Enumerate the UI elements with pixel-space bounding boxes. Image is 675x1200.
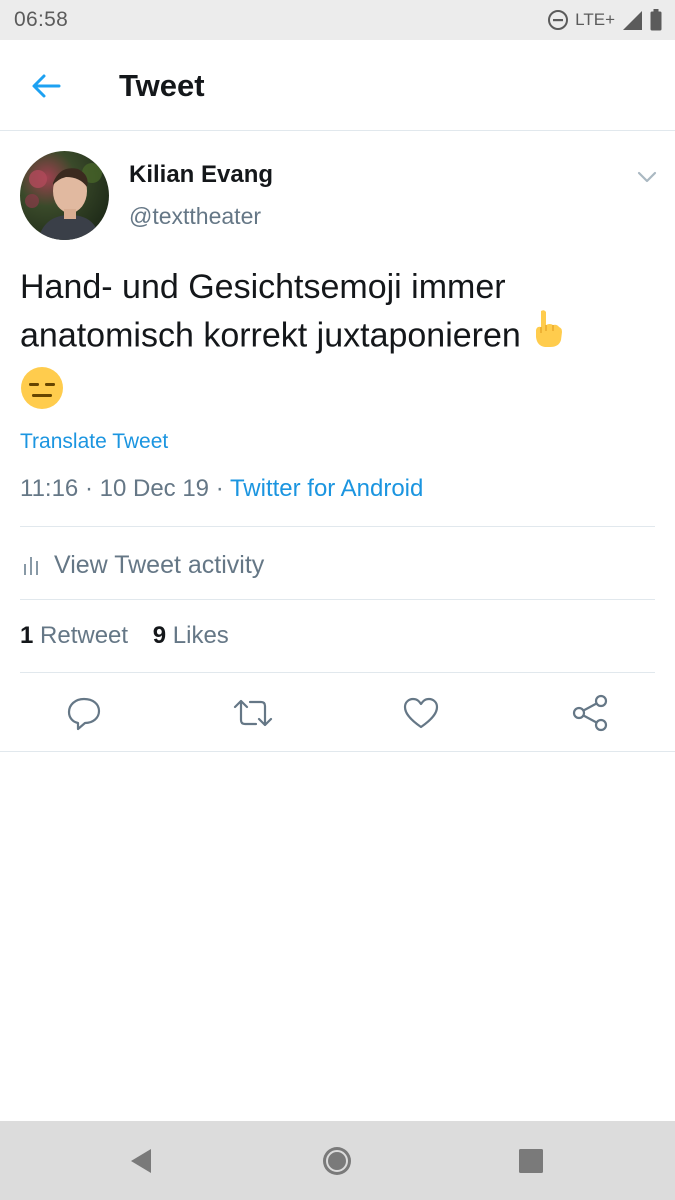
nav-home-button[interactable] (319, 1143, 355, 1179)
tweet-meta: 11:16 · 10 Dec 19 · Twitter for Android (20, 475, 423, 503)
retweet-count-link[interactable]: 1 Retweet (20, 622, 128, 649)
tweet-time: 11:16 (20, 475, 79, 502)
tweet-text-line-1: Hand- und Gesichtsemoji immer (20, 268, 506, 306)
do-not-disturb-icon (548, 10, 569, 30)
like-label: Likes (172, 622, 229, 649)
back-button[interactable] (26, 66, 66, 106)
retweet-button[interactable] (230, 690, 276, 736)
nav-back-button[interactable] (123, 1143, 159, 1179)
tweet-text-line: Hand- und Gesichtsemoji immer (20, 264, 650, 311)
nav-recents-button[interactable] (513, 1143, 549, 1179)
retweet-icon (233, 699, 273, 727)
tweet-options-button[interactable] (632, 162, 662, 192)
app-bar: Tweet (0, 40, 675, 131)
like-button[interactable] (398, 690, 444, 736)
recents-square-icon (519, 1149, 543, 1173)
retweet-label: Retweet (40, 622, 129, 649)
tweet-date: 10 Dec 19 (99, 475, 210, 502)
like-icon (403, 697, 439, 729)
chevron-down-icon (637, 171, 657, 183)
author-handle[interactable]: @texttheater (129, 203, 261, 230)
profile-photo (20, 151, 109, 240)
network-type: LTE+ (575, 10, 615, 29)
status-bar: 06:58 LTE+ (0, 0, 675, 40)
bar-chart-icon (24, 557, 38, 575)
tweet-stats: 1 Retweet 9 Likes (20, 622, 247, 650)
divider (0, 751, 675, 752)
reply-button[interactable] (61, 690, 107, 736)
expressionless-face-emoji (20, 366, 64, 423)
share-button[interactable] (567, 690, 613, 736)
tweet-text-line (20, 364, 650, 421)
divider (20, 672, 655, 673)
divider (20, 526, 655, 527)
home-circle-icon (323, 1147, 351, 1175)
activity-label: View Tweet activity (54, 550, 265, 579)
tweet-text: Hand- und Gesichtsemoji immer anatomisch… (20, 264, 650, 421)
status-time: 06:58 (14, 8, 69, 31)
tweet-text-line: anatomisch korrekt juxtaponieren (20, 309, 650, 364)
like-count: 9 (152, 622, 167, 649)
arrow-left-icon (32, 74, 61, 98)
status-icons: LTE+ (541, 8, 663, 32)
reply-icon (67, 697, 101, 731)
share-icon (572, 694, 608, 732)
author-display-name[interactable]: Kilian Evang (129, 161, 273, 189)
pointing-up-emoji (530, 309, 564, 362)
meta-separator: · (215, 475, 224, 502)
tweet-actions (0, 690, 675, 736)
divider (20, 599, 655, 600)
meta-separator: · (84, 475, 93, 502)
system-nav-bar (0, 1121, 675, 1200)
back-triangle-icon (131, 1149, 151, 1173)
signal-icon (623, 11, 642, 30)
tweet-source-link[interactable]: Twitter for Android (230, 475, 423, 502)
retweet-count: 1 (20, 622, 34, 649)
like-count-link[interactable]: 9 Likes (153, 622, 229, 649)
view-tweet-activity-button[interactable]: View Tweet activity (20, 540, 655, 590)
avatar[interactable] (20, 151, 109, 240)
translate-tweet-link[interactable]: Translate Tweet (20, 430, 168, 454)
battery-icon (650, 9, 662, 31)
tweet-text-line-2: anatomisch korrekt juxtaponieren (20, 316, 521, 355)
page-title: Tweet (119, 68, 205, 103)
